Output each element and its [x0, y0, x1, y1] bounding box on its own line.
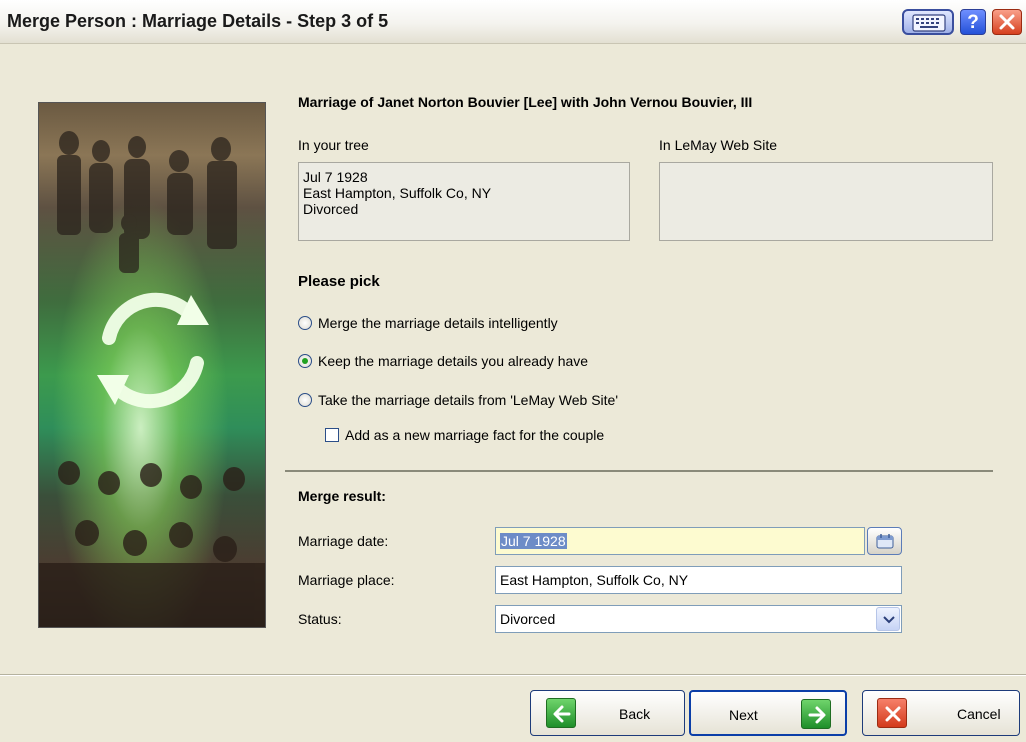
radio-label: Merge the marriage details intelligently: [318, 315, 558, 331]
window-title: Merge Person : Marriage Details - Step 3…: [7, 11, 389, 31]
merge-illustration: [38, 102, 266, 628]
status-label: Status:: [298, 611, 342, 627]
tree-detail-status: Divorced: [303, 201, 359, 217]
calendar-icon: [876, 534, 894, 549]
checkbox-add-new-fact[interactable]: Add as a new marriage fact for the coupl…: [325, 425, 604, 445]
close-icon: [877, 698, 907, 728]
radio-button-checked[interactable]: [298, 354, 312, 368]
help-icon[interactable]: ?: [960, 9, 986, 35]
radio-take-from-web-site[interactable]: Take the marriage details from 'LeMay We…: [298, 390, 618, 410]
web-site-details-box: [659, 162, 993, 241]
calendar-button[interactable]: [867, 527, 902, 555]
back-label: Back: [619, 706, 651, 722]
radio-merge-intelligently[interactable]: Merge the marriage details intelligently: [298, 313, 558, 333]
radio-label: Keep the marriage details you already ha…: [318, 353, 589, 369]
marriage-date-label: Marriage date:: [298, 533, 389, 549]
next-label: Next: [729, 707, 758, 723]
close-icon[interactable]: [992, 9, 1022, 35]
footer-divider: [0, 674, 1026, 676]
status-value: Divorced: [500, 611, 556, 627]
radio-button[interactable]: [298, 316, 312, 330]
next-button[interactable]: Next: [689, 690, 847, 736]
marriage-date-value: Jul 7 1928: [500, 533, 567, 549]
arrow-left-icon: [546, 698, 576, 728]
marriage-place-label: Marriage place:: [298, 572, 395, 588]
title-bar: Merge Person : Marriage Details - Step 3…: [0, 0, 1026, 44]
tree-detail-date: Jul 7 1928: [303, 169, 368, 185]
marriage-heading: Marriage of Janet Norton Bouvier [Lee] w…: [298, 94, 753, 110]
tree-details-box: Jul 7 1928 East Hampton, Suffolk Co, NY …: [298, 162, 630, 241]
radio-keep-existing[interactable]: Keep the marriage details you already ha…: [298, 351, 588, 371]
arrow-right-icon: [801, 699, 831, 729]
tree-label: In your tree: [298, 137, 369, 153]
tree-detail-place: East Hampton, Suffolk Co, NY: [303, 185, 492, 201]
cancel-label: Cancel: [957, 706, 1001, 722]
back-button[interactable]: Back: [530, 690, 685, 736]
checkbox[interactable]: [325, 428, 339, 442]
chevron-down-icon[interactable]: [876, 607, 900, 631]
marriage-place-field[interactable]: East Hampton, Suffolk Co, NY: [495, 566, 902, 594]
pick-heading: Please pick: [298, 273, 380, 290]
section-divider: [285, 470, 993, 472]
cancel-button[interactable]: Cancel: [862, 690, 1020, 736]
radio-label: Take the marriage details from 'LeMay We…: [318, 392, 618, 408]
checkbox-label: Add as a new marriage fact for the coupl…: [345, 427, 605, 443]
web-site-label: In LeMay Web Site: [659, 137, 778, 153]
status-dropdown[interactable]: Divorced: [495, 605, 902, 633]
keyboard-icon[interactable]: [902, 9, 954, 35]
merge-result-heading: Merge result:: [298, 488, 386, 504]
radio-button[interactable]: [298, 393, 312, 407]
marriage-date-field[interactable]: Jul 7 1928: [495, 527, 865, 555]
